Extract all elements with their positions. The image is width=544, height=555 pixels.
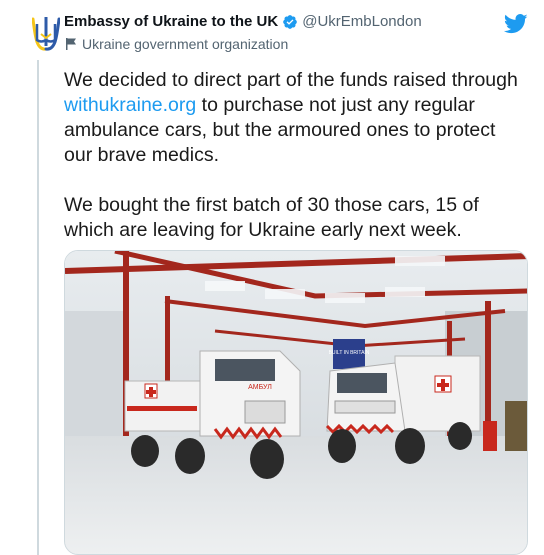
affiliation-label: Ukraine government organization: [82, 36, 289, 52]
verified-badge-icon: [283, 15, 298, 29]
right-armoured-ambulance: [325, 355, 481, 464]
flag-icon: [66, 38, 76, 50]
twitter-bird-icon[interactable]: [504, 13, 528, 35]
tweet-paragraph-2: We bought the first batch of 30 those ca…: [64, 194, 479, 241]
handle[interactable]: @UkrEmbLondon: [302, 12, 421, 32]
tweet-link[interactable]: withukraine.org: [64, 94, 196, 116]
tweet-text: We decided to direct part of the funds r…: [64, 68, 524, 243]
photo-armoured-ambulances: BUILT IN BRITAIN АМБУЛ: [65, 251, 527, 554]
tweet-card[interactable]: Embassy of Ukraine to the UK @UkrEmbLond…: [0, 0, 544, 555]
ukraine-trident-icon: [32, 17, 60, 51]
tweet-photo[interactable]: BUILT IN BRITAIN АМБУЛ: [64, 250, 528, 555]
tweet-header: Embassy of Ukraine to the UK @UkrEmbLond…: [64, 12, 504, 54]
display-name[interactable]: Embassy of Ukraine to the UK: [64, 12, 278, 32]
vehicle-marking: АМБУЛ: [248, 384, 272, 391]
thread-line: [37, 60, 39, 555]
tweet-paragraph-1: We decided to direct part of the funds r…: [64, 69, 518, 166]
banner-text: BUILT IN BRITAIN: [329, 350, 370, 356]
